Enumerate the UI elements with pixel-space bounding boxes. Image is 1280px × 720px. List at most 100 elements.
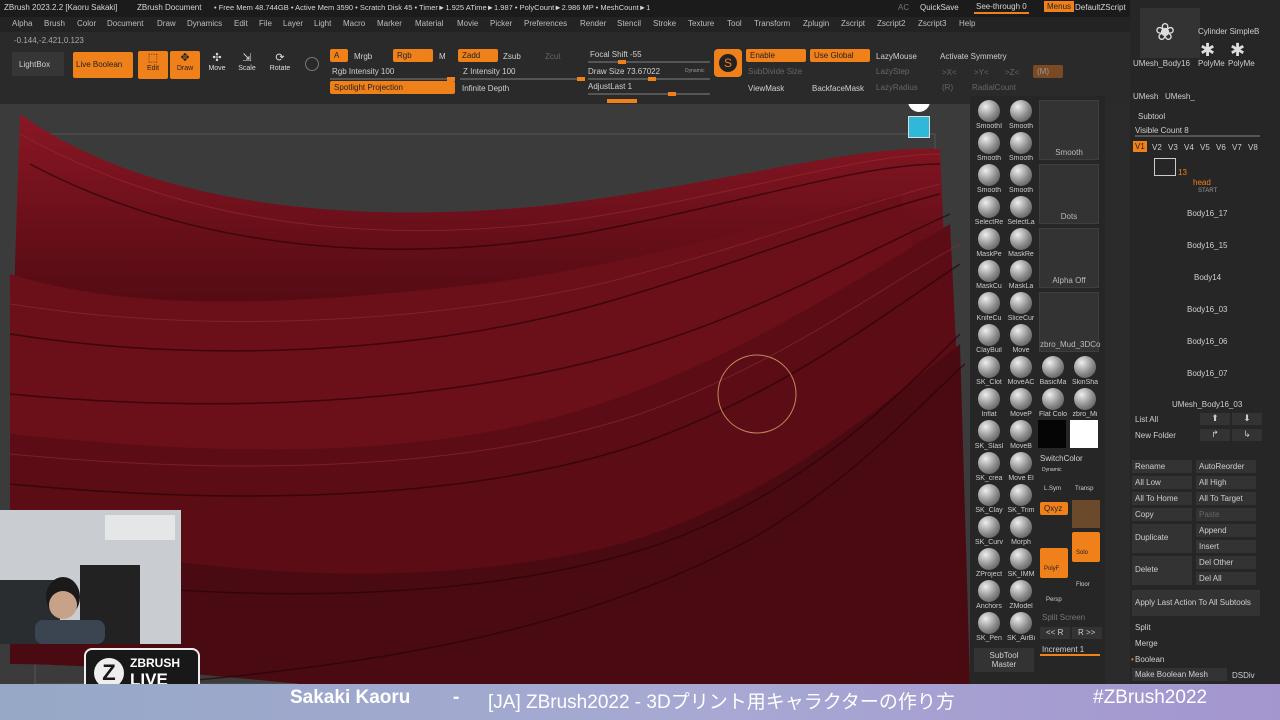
merge-menu[interactable]: Merge — [1135, 639, 1158, 648]
version-v8[interactable]: V8 — [1248, 143, 1258, 152]
del-all-button[interactable]: Del All — [1196, 572, 1256, 585]
brush-item[interactable]: KnifeCu — [974, 292, 1004, 322]
mrgb-button[interactable]: Mrgb — [354, 52, 372, 61]
brush-item[interactable]: SmoothI — [974, 100, 1004, 130]
lazystep-slider[interactable]: LazyStep — [876, 67, 909, 76]
brush-item[interactable]: Smooth — [974, 132, 1004, 162]
brush-item[interactable]: SK_IMM — [1006, 548, 1036, 578]
focal-shift-track[interactable] — [588, 60, 710, 64]
rename-button[interactable]: Rename — [1132, 460, 1192, 473]
version-v5[interactable]: V5 — [1200, 143, 1210, 152]
subtool-title[interactable]: Subtool — [1138, 112, 1165, 121]
x-sym-button[interactable]: >X< — [942, 68, 957, 77]
menu-zscript3[interactable]: Zscript3 — [918, 19, 946, 28]
adjust-last-track[interactable] — [588, 92, 710, 96]
arrow-up-icon[interactable]: ⬆ — [1200, 413, 1230, 425]
menu-alpha[interactable]: Alpha — [12, 19, 32, 28]
menu-stencil[interactable]: Stencil — [617, 19, 641, 28]
brush-item[interactable]: Move El — [1006, 452, 1036, 482]
brush-item[interactable]: SliceCur — [1006, 292, 1036, 322]
subtool-item-body14[interactable]: Body14 — [1194, 273, 1221, 282]
rgb-intensity-slider[interactable]: Rgb Intensity 100 — [332, 67, 394, 76]
visible-count-slider[interactable]: Visible Count 8 — [1135, 126, 1189, 135]
duplicate-button[interactable]: Duplicate — [1132, 524, 1192, 553]
menu-texture[interactable]: Texture — [688, 19, 714, 28]
subtool-item-umesh-body16-03[interactable]: UMesh_Body16_03 — [1172, 400, 1242, 409]
menu-transform[interactable]: Transform — [754, 19, 790, 28]
adjust-last-slider[interactable]: AdjustLast 1 — [588, 82, 632, 91]
dsdiv-button[interactable]: DSDiv — [1232, 671, 1255, 680]
subdivide-size-slider[interactable]: SubDivide Size — [748, 67, 802, 76]
append-button[interactable]: Append — [1196, 524, 1256, 537]
subtool-item-body16-06[interactable]: Body16_06 — [1187, 337, 1227, 346]
alpha-off-thumb[interactable]: Alpha Off — [1039, 228, 1099, 288]
delete-button[interactable]: Delete — [1132, 556, 1192, 585]
brush-item[interactable]: ZModel — [1006, 580, 1036, 610]
menu-brush[interactable]: Brush — [44, 19, 65, 28]
brush-item[interactable]: Anchors — [974, 580, 1004, 610]
menu-macro[interactable]: Macro — [343, 19, 365, 28]
list-all-button[interactable]: List All — [1135, 415, 1158, 424]
brush-item[interactable]: MaskLa — [1006, 260, 1036, 290]
insert-button[interactable]: Insert — [1196, 540, 1256, 553]
boolean-menu[interactable]: Boolean — [1135, 655, 1164, 664]
draw-size-track[interactable] — [588, 77, 710, 81]
y-sym-button[interactable]: >Y< — [974, 68, 989, 77]
del-other-button[interactable]: Del Other — [1196, 556, 1256, 569]
focal-shift-slider[interactable]: Focal Shift -55 — [590, 50, 642, 59]
rotate-button[interactable]: ⟳ Rotate — [265, 51, 295, 79]
live-boolean-button[interactable]: Live Boolean — [73, 52, 133, 78]
brush-item[interactable]: MoveAC — [1006, 356, 1036, 386]
radial-count-slider[interactable]: RadialCount — [972, 83, 1016, 92]
menu-tool[interactable]: Tool — [727, 19, 742, 28]
zsub-button[interactable]: Zsub — [503, 52, 521, 61]
floor-icon[interactable] — [908, 116, 930, 138]
menu-draw[interactable]: Draw — [157, 19, 176, 28]
brush-item[interactable]: Morph — [1006, 516, 1036, 546]
solo-button[interactable]: Solo — [1072, 532, 1100, 562]
subtool-item-body16-17[interactable]: Body16_17 — [1187, 209, 1227, 218]
persp-button[interactable]: Persp — [1046, 597, 1062, 603]
smooth-alpha-thumb[interactable]: Smooth — [1039, 100, 1099, 160]
use-global-button[interactable]: Use Global — [810, 49, 870, 62]
split-screen-button[interactable]: Split Screen — [1042, 613, 1085, 622]
brush-item[interactable]: Smooth — [1006, 100, 1036, 130]
quicksave-button[interactable]: QuickSave — [920, 3, 959, 12]
dynamic-label[interactable]: Dynamic — [685, 68, 704, 74]
m-sym-button[interactable]: (M) — [1033, 65, 1063, 78]
version-v4[interactable]: V4 — [1184, 143, 1194, 152]
menu-layer[interactable]: Layer — [283, 19, 303, 28]
material-item[interactable]: SkinSha — [1070, 356, 1100, 386]
autoreorder-button[interactable]: AutoReorder — [1196, 460, 1256, 473]
menu-marker[interactable]: Marker — [377, 19, 402, 28]
main-color-swatch[interactable] — [1038, 420, 1066, 448]
brush-item[interactable]: MaskCu — [974, 260, 1004, 290]
dots-stroke-thumb[interactable]: Dots — [1039, 164, 1099, 224]
subtool-item-body16-15[interactable]: Body16_15 — [1187, 241, 1227, 250]
m-button[interactable]: M — [439, 52, 446, 61]
all-to-target-button[interactable]: All To Target — [1196, 492, 1256, 505]
brush-item[interactable]: MaskPe — [974, 228, 1004, 258]
enable-button[interactable]: Enable — [746, 49, 806, 62]
z-intensity-track[interactable] — [460, 77, 585, 81]
r-right-button[interactable]: R >> — [1072, 627, 1102, 639]
lazyradius-slider[interactable]: LazyRadius — [876, 83, 918, 92]
rgb-intensity-track[interactable] — [330, 77, 455, 81]
subtool-item-body16-07[interactable]: Body16_07 — [1187, 369, 1227, 378]
edit-button[interactable]: ⬚ Edit — [138, 51, 168, 79]
arrow-down-icon[interactable]: ⬇ — [1232, 413, 1262, 425]
brush-item[interactable]: ClayBuil — [974, 324, 1004, 354]
menu-preferences[interactable]: Preferences — [524, 19, 567, 28]
rgb-button[interactable]: Rgb — [393, 49, 433, 62]
backfacemask-button[interactable]: BackfaceMask — [812, 84, 864, 93]
paste-button[interactable]: Paste — [1196, 508, 1256, 521]
brush-item[interactable]: MoveB — [1006, 420, 1036, 450]
brush-item[interactable]: Inflat — [974, 388, 1004, 418]
transp-button[interactable]: Transp — [1075, 486, 1093, 492]
brush-item[interactable]: MaskRe — [1006, 228, 1036, 258]
polyf-button[interactable]: PolyF — [1040, 548, 1068, 578]
r-sym-button[interactable]: (R) — [942, 83, 953, 92]
menu-zplugin[interactable]: Zplugin — [803, 19, 829, 28]
r-left-button[interactable]: << R — [1040, 627, 1070, 639]
qxyz-button[interactable]: Qxyz — [1040, 502, 1068, 515]
